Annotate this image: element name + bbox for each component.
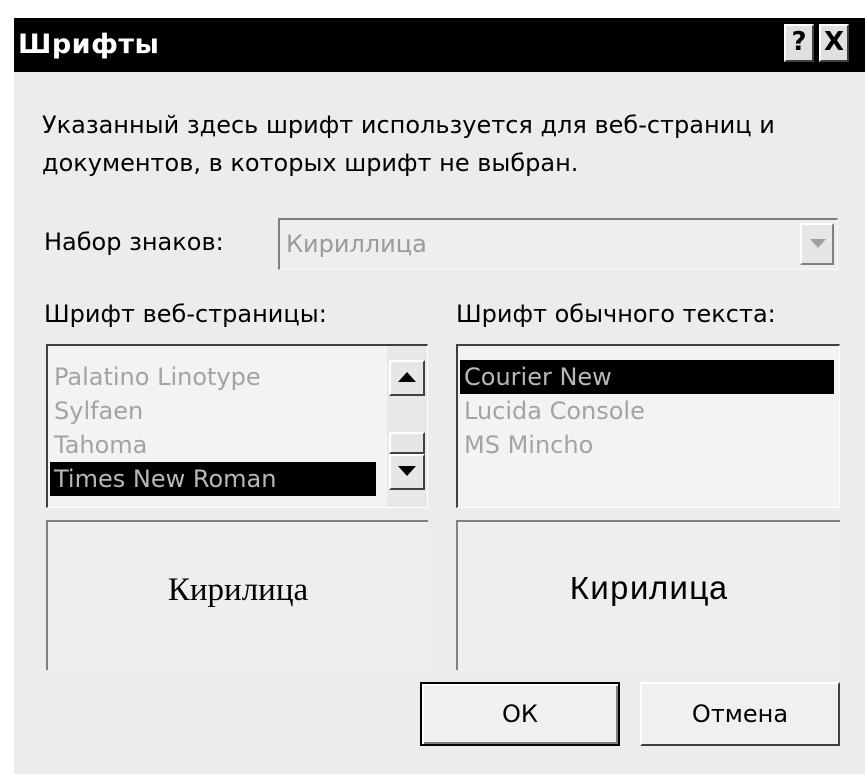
description-line-1: Указанный здесь шрифт используется для в…	[42, 111, 775, 139]
window-title: Шрифты	[18, 29, 160, 60]
plain-font-label: Шрифт обычного текста:	[456, 300, 776, 328]
fonts-dialog: Шрифты ? X Указанный здесь шрифт использ…	[14, 18, 865, 774]
plain-font-list[interactable]: Courier New Lucida Console MS Mincho	[456, 344, 840, 508]
charset-dropdown[interactable]: Кириллица	[278, 218, 838, 270]
web-font-preview-text: Кирилица	[167, 572, 309, 608]
plain-font-preview-text: Кирилица	[569, 572, 729, 609]
web-font-preview: Кирилица	[46, 520, 428, 670]
scroll-down-arrow-icon[interactable]	[389, 454, 425, 490]
list-item[interactable]: MS Mincho	[460, 428, 834, 462]
list-item[interactable]: Palatino Linotype	[50, 360, 376, 394]
ok-button[interactable]: ОК	[420, 682, 620, 746]
list-item[interactable]: Lucida Console	[460, 394, 834, 428]
charset-label: Набор знаков:	[44, 228, 224, 256]
cancel-button[interactable]: Отмена	[640, 682, 840, 746]
scroll-thumb[interactable]	[389, 432, 425, 454]
web-font-list[interactable]: Palatino Linotype Sylfaen Tahoma Times N…	[46, 344, 428, 508]
chevron-down-icon[interactable]	[800, 223, 834, 265]
list-item-selected[interactable]: Times New Roman	[50, 462, 376, 496]
list-item[interactable]: Tahoma	[50, 428, 376, 462]
list-item-selected[interactable]: Courier New	[460, 360, 834, 394]
title-bar[interactable]: Шрифты ? X	[14, 18, 865, 72]
web-font-label: Шрифт веб-страницы:	[44, 300, 327, 328]
close-button[interactable]: X	[819, 24, 849, 62]
scroll-up-arrow-icon[interactable]	[389, 360, 425, 396]
plain-font-preview: Кирилица	[456, 520, 840, 670]
web-font-scrollbar[interactable]	[387, 346, 427, 507]
description-line-2: документов, в которых шрифт не выбран.	[42, 149, 579, 177]
charset-value: Кириллица	[286, 230, 427, 258]
list-item[interactable]: Sylfaen	[50, 394, 376, 428]
dialog-description: Указанный здесь шрифт используется для в…	[42, 106, 852, 182]
help-button[interactable]: ?	[784, 24, 814, 62]
